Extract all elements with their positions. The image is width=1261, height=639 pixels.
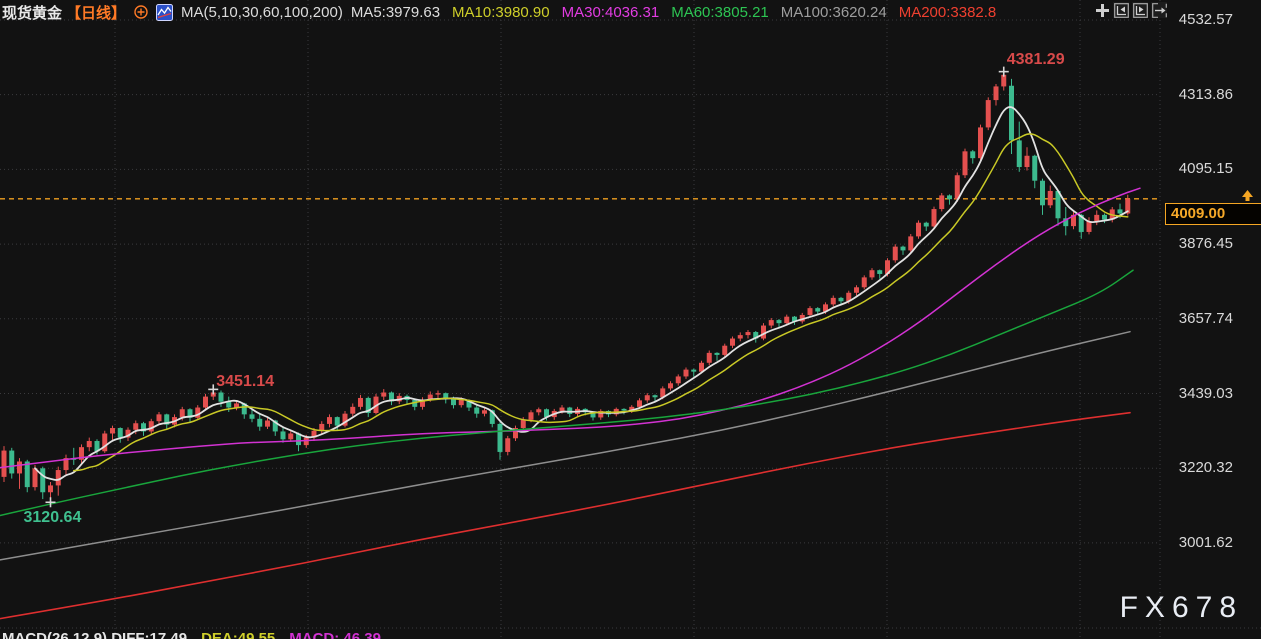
candlestick-chart bbox=[0, 0, 1261, 639]
y-axis-label: 3657.74 bbox=[1178, 309, 1233, 327]
candles bbox=[1, 71, 1131, 503]
chart-toolbar bbox=[1094, 2, 1167, 18]
y-axis-label: 3439.03 bbox=[1178, 384, 1233, 402]
y-axis-label: 3876.45 bbox=[1178, 235, 1233, 253]
ma-lines bbox=[0, 106, 1141, 620]
ma-legend-value: MA30:4036.31 bbox=[561, 3, 660, 21]
chart-canvas[interactable] bbox=[0, 0, 1261, 639]
circle-plus-icon[interactable] bbox=[134, 5, 148, 19]
y-axis-label: 4095.15 bbox=[1178, 160, 1233, 178]
low-price-annotation: 3120.64 bbox=[23, 509, 82, 527]
macd-value: MACD(26,12,9) DIFF:17.49 bbox=[2, 630, 188, 639]
y-axis-label: 4313.86 bbox=[1178, 85, 1233, 103]
move-tool-icon[interactable] bbox=[1094, 2, 1110, 18]
y-axis-label: 3001.62 bbox=[1178, 533, 1233, 551]
macd-indicator-row: MACD(26,12,9) DIFF:17.49 DEA:49.55 MACD: 4… bbox=[2, 630, 381, 639]
macd-value: MACD: 46.39 bbox=[289, 630, 381, 639]
trading-chart-app: 现货黄金 【日线】 MA(5,10,30,60,100,200) MA5:397… bbox=[0, 0, 1261, 639]
scroll-to-end-icon[interactable] bbox=[1151, 2, 1167, 18]
ma-legend-value: MA100:3620.24 bbox=[780, 3, 887, 21]
ma-line-ma100 bbox=[0, 330, 1131, 561]
ma-legend: MA5:3979.63 MA10:3980.90 MA30:4036.31 MA60:… bbox=[351, 4, 996, 21]
symbol-name: 现货黄金 bbox=[2, 4, 63, 22]
timeframe-label[interactable]: 【日线】 bbox=[66, 2, 126, 23]
ma-line-ma60 bbox=[0, 269, 1134, 517]
ma-parameters: MA(5,10,30,60,100,200) bbox=[181, 3, 343, 21]
high-price-annotation: 3451.14 bbox=[216, 373, 275, 391]
ma-legend-value: MA5:3979.63 bbox=[350, 3, 441, 21]
macd-value: DEA:49.55 bbox=[201, 630, 276, 639]
ma-legend-value: MA10:3980.90 bbox=[452, 3, 550, 21]
scroll-to-start-icon[interactable] bbox=[1113, 2, 1129, 18]
ma-legend-value: MA200:3382.8 bbox=[898, 3, 997, 21]
y-axis-label: 3220.32 bbox=[1178, 459, 1233, 477]
grid bbox=[0, 0, 1261, 639]
scroll-forward-icon[interactable] bbox=[1132, 2, 1148, 18]
watermark: FX678 bbox=[1119, 591, 1243, 624]
ma-line-ma200 bbox=[0, 411, 1131, 620]
high-price-annotation: 4381.29 bbox=[1006, 50, 1065, 68]
price-up-arrow-icon bbox=[1241, 189, 1254, 207]
ma-legend-value: MA60:3805.21 bbox=[671, 3, 769, 21]
chart-header: 现货黄金 【日线】 MA(5,10,30,60,100,200) MA5:397… bbox=[2, 2, 996, 22]
ma-line-ma10 bbox=[73, 133, 1129, 472]
kline-chart-icon[interactable] bbox=[156, 3, 174, 21]
